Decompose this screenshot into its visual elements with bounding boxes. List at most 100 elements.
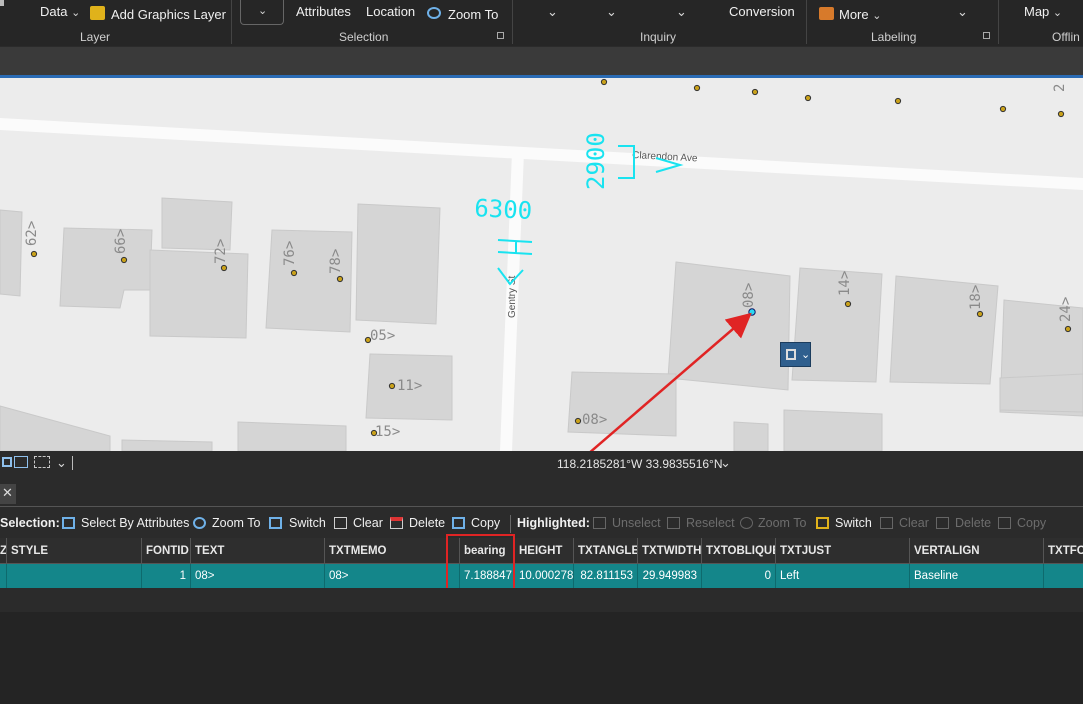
attribute-table-tab-strip: ✕ [0,476,1083,510]
zoom-to-icon [193,517,206,529]
parcel-label: 72> [213,239,229,264]
dimension-text-6300: 6300 [474,194,533,225]
table-cell[interactable]: 10.000278 [515,564,574,588]
chevron-down-icon: ⌄ [872,10,882,22]
table-cell[interactable]: 1 [142,564,191,588]
table-tab[interactable]: ✕ [0,484,16,504]
map-view[interactable]: 62> 66> 72> 76> 78> 05> 11> 15> 08> 14> … [0,78,1083,451]
table-cell[interactable]: 08> [191,564,325,588]
select-tool-dropdown[interactable]: ⌄ [240,0,284,25]
column-header[interactable]: TXTWIDTH [638,538,702,564]
column-header[interactable]: HEIGHT [515,538,574,564]
column-header[interactable]: TXTFO [1044,538,1083,564]
layer-group-label: Layer [80,30,111,44]
table-cell[interactable]: 82.811153 [574,564,638,588]
unselect-icon [593,517,606,529]
highlighted-switch-button[interactable]: Switch [835,516,872,530]
table-cell[interactable]: 0 [702,564,776,588]
zoom-to-selection-button[interactable]: Zoom To [448,7,498,22]
toolbar-separator [510,515,511,533]
delete-button[interactable]: Delete [409,516,445,530]
selection-label: Selection: [0,516,60,530]
offline-group-label: Offlin [1052,30,1080,44]
reselect-icon [667,517,680,529]
column-header[interactable]: STYLE [7,538,142,564]
table-cell[interactable] [7,564,142,588]
ribbon: Data ⌄ Add Graphics Layer Layer ⌄ Attrib… [0,0,1083,46]
select-by-location-button[interactable]: Location [366,4,415,19]
labeling-group-label: Labeling [871,30,917,44]
chevron-down-icon[interactable]: ⌄ [957,4,968,20]
highlighted-zoom-to-button[interactable]: Zoom To [758,516,806,530]
snapping-toolbar-button[interactable]: ⌄ [780,342,811,367]
highlighted-label: Highlighted: [517,516,590,530]
parcel-label: 14> [837,271,853,296]
parcel-label: 62> [24,221,40,246]
column-header[interactable]: TXTOBLIQUE [702,538,776,564]
chevron-down-icon[interactable]: ⌄ [547,4,558,20]
map-status-bar: ⌄ 118.2185281°W 33.9835516°N ⌄ [0,451,1083,477]
coordinate-readout: 118.2185281°W 33.9835516°N [557,457,723,471]
table-cell[interactable]: Baseline [910,564,1044,588]
copy-button[interactable]: Copy [471,516,500,530]
column-header[interactable]: TXTMEMO [325,538,460,564]
status-separator [72,456,73,470]
highlighted-delete-button[interactable]: Delete [955,516,991,530]
zoom-to-button[interactable]: Zoom To [212,516,260,530]
more-labeling-icon [819,7,834,20]
ribbon-separator [806,0,807,44]
chevron-down-icon[interactable]: ⌄ [56,455,67,471]
add-graphics-layer-button[interactable]: Add Graphics Layer [111,7,226,22]
column-header[interactable]: VERTALIGN [910,538,1044,564]
dialog-launcher-icon[interactable] [983,32,990,39]
reselect-button[interactable]: Reselect [686,516,735,530]
column-header[interactable]: TXTANGLE [574,538,638,564]
unselect-button[interactable]: Unselect [612,516,661,530]
table-cell[interactable]: 29.949983 [638,564,702,588]
column-header[interactable]: Z [0,538,7,564]
chevron-down-icon[interactable]: ⌄ [720,455,731,471]
selected-feature-point[interactable] [748,308,756,316]
scale-icon[interactable] [34,456,50,468]
table-cell[interactable] [1044,564,1083,588]
map-canvas[interactable]: 62> 66> 72> 76> 78> 05> 11> 15> 08> 14> … [0,78,1083,451]
conversion-button[interactable]: Conversion [729,4,795,19]
zoom-to-icon [740,517,753,529]
attribute-table: Z STYLE FONTID TEXT TXTMEMO bearing HEIG… [0,534,1083,596]
column-header[interactable]: TXTJUST [776,538,910,564]
attribute-table-toolbar: Selection: Select By Attributes Zoom To … [0,510,1083,538]
select-by-attributes-button[interactable]: Attributes [296,4,351,19]
clarendon-road [0,118,1083,190]
chevron-down-icon: ⌄ [258,5,268,17]
switch-selection-button[interactable]: Switch [289,516,326,530]
highlighted-copy-button[interactable]: Copy [1017,516,1046,530]
north-arrow-icon[interactable] [14,456,28,468]
select-by-attributes-button[interactable]: Select By Attributes [81,516,189,530]
panel-bottom [0,612,1083,704]
table-cell[interactable]: 08> [325,564,460,588]
column-header[interactable]: FONTID [142,538,191,564]
more-dropdown[interactable]: More ⌄ [839,7,881,22]
column-header[interactable]: TEXT [191,538,325,564]
clear-icon [880,517,893,529]
copy-icon [998,517,1011,529]
dialog-launcher-icon[interactable] [497,32,504,39]
map-dropdown[interactable]: Map ⌄ [1024,4,1062,19]
parcel-label: 08> [582,412,607,428]
highlighted-clear-button[interactable]: Clear [899,516,929,530]
table-cell[interactable] [0,564,7,588]
clear-selection-button[interactable]: Clear [353,516,383,530]
navigation-icon[interactable] [2,457,12,467]
chevron-down-icon[interactable]: ⌄ [606,4,617,20]
select-by-attributes-icon [62,517,75,529]
parcel-label: 76> [282,241,298,266]
chevron-down-icon[interactable]: ⌄ [676,4,687,20]
close-icon[interactable]: ✕ [2,485,13,501]
switch-highlighted-icon [816,517,829,529]
selection-group-label: Selection [339,30,389,44]
data-dropdown[interactable]: Data ⌄ [40,4,80,19]
building-footprints [0,197,1083,451]
table-cell[interactable]: Left [776,564,910,588]
dimension-text-2900: 2900 [582,132,610,190]
parcel-label: 66> [113,229,129,254]
